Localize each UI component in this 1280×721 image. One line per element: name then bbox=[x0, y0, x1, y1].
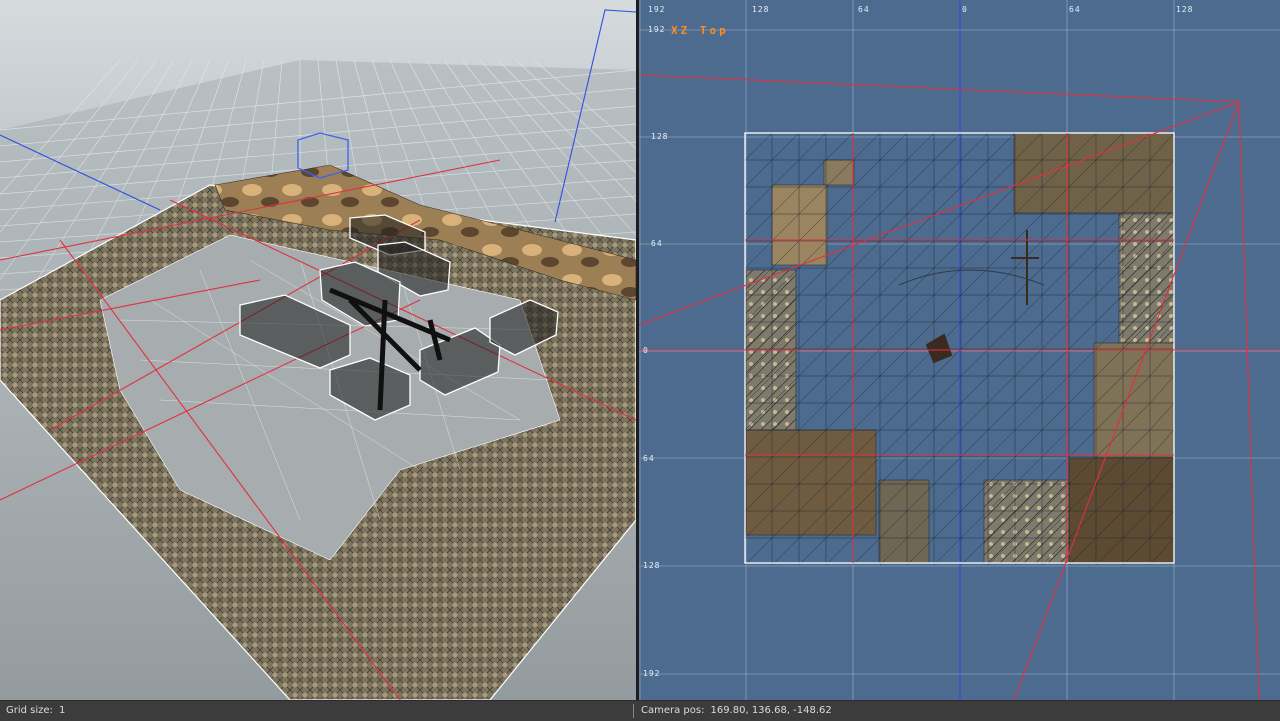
status-divider bbox=[633, 704, 634, 718]
x-tick: 64 bbox=[1069, 5, 1081, 14]
y-tick: 192 bbox=[643, 669, 661, 678]
viewport-label[interactable]: XZ Top bbox=[671, 24, 729, 37]
top-props bbox=[898, 230, 1045, 364]
grid-size-label: Grid size: bbox=[6, 705, 53, 716]
camera-pos-readout: Camera pos: 169.80, 136.68, -148.62 bbox=[641, 701, 832, 720]
grid-size-value: 1 bbox=[58, 705, 66, 716]
top-orthographic-viewport[interactable]: 192 128 64 0 64 128 192 128 64 0 64 128 … bbox=[639, 0, 1280, 700]
y-tick: 0 bbox=[643, 346, 649, 355]
x-tick: 128 bbox=[1176, 5, 1194, 14]
camera-pos-label: Camera pos: bbox=[641, 705, 705, 716]
x-tick: 0 bbox=[962, 5, 968, 14]
y-tick: 128 bbox=[643, 561, 661, 570]
camera-pos-value: 169.80, 136.68, -148.62 bbox=[710, 705, 832, 716]
y-tick: 64 bbox=[643, 454, 655, 463]
perspective-viewport[interactable] bbox=[0, 0, 636, 700]
y-tick: 128 bbox=[651, 132, 669, 141]
x-tick: 192 bbox=[648, 5, 666, 14]
y-tick: 64 bbox=[651, 239, 663, 248]
x-tick: 128 bbox=[752, 5, 770, 14]
grid-size-readout: Grid size: 1 bbox=[6, 701, 65, 720]
status-bar: Grid size: 1 Camera pos: 169.80, 136.68, -… bbox=[0, 700, 1280, 721]
perspective-scene bbox=[0, 9, 636, 700]
top-view-scene bbox=[639, 0, 1280, 700]
x-tick: 64 bbox=[858, 5, 870, 14]
y-tick: 192 bbox=[648, 25, 666, 34]
